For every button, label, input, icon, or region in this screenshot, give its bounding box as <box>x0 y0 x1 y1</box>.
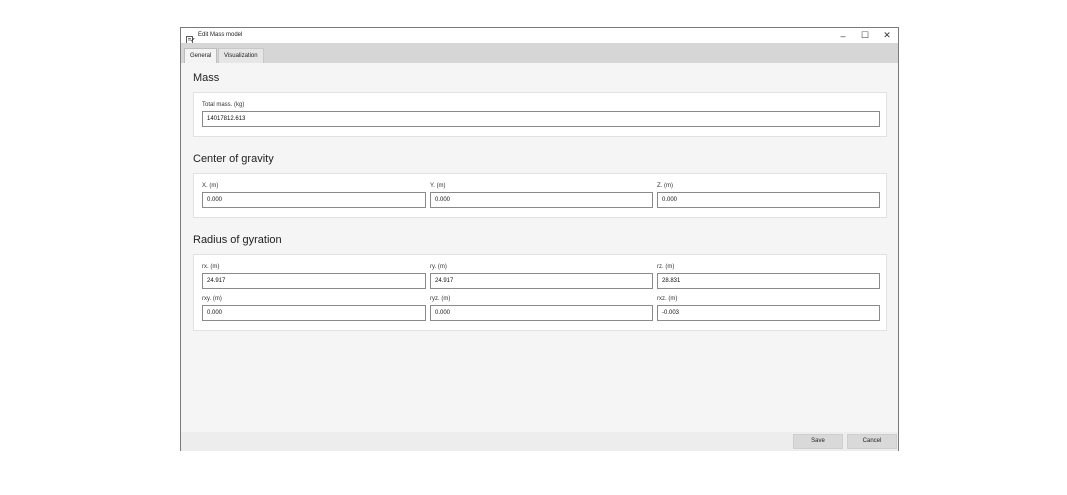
save-button[interactable]: Save <box>793 434 843 449</box>
dialog-footer: Save Cancel <box>181 432 898 451</box>
rz-input[interactable]: 28.831 <box>657 273 880 289</box>
maximize-button[interactable]: ☐ <box>854 28 876 43</box>
rxz-label: rxz. (m) <box>657 296 678 302</box>
mass-section-title: Mass <box>193 72 220 84</box>
edit-document-icon <box>186 31 195 44</box>
close-button[interactable]: ✕ <box>876 28 898 43</box>
rx-input[interactable]: 24.917 <box>202 273 426 289</box>
ryz-input[interactable]: 0.000 <box>430 305 653 321</box>
tab-general[interactable]: General <box>184 48 218 63</box>
cog-z-label: Z. (m) <box>657 183 673 189</box>
cog-z-input[interactable]: 0.000 <box>657 192 880 208</box>
total-mass-input[interactable]: 14017812.613 <box>202 111 880 127</box>
total-mass-label: Total mass. (kg) <box>202 102 245 108</box>
ry-input[interactable]: 24.917 <box>430 273 653 289</box>
minimize-icon: – <box>840 30 846 41</box>
tab-visualization[interactable]: Visualization <box>218 48 264 63</box>
cog-section-title: Center of gravity <box>193 153 274 165</box>
cog-x-input[interactable]: 0.000 <box>202 192 426 208</box>
rxy-label: rxy. (m) <box>202 296 222 302</box>
tab-bar: General Visualization <box>181 43 898 63</box>
cog-group: X. (m) 0.000 Y. (m) 0.000 Z. (m) 0.000 <box>193 173 887 218</box>
rxy-input[interactable]: 0.000 <box>202 305 426 321</box>
cancel-button[interactable]: Cancel <box>847 434 897 449</box>
mass-group: Total mass. (kg) 14017812.613 <box>193 92 887 137</box>
cog-y-input[interactable]: 0.000 <box>430 192 653 208</box>
general-tab-content: Mass Total mass. (kg) 14017812.613 Cente… <box>181 63 898 432</box>
close-icon: ✕ <box>883 30 891 40</box>
edit-mass-model-window: Edit Mass model – ☐ ✕ General Visualizat… <box>180 27 899 451</box>
ry-label: ry. (m) <box>430 264 447 270</box>
maximize-icon: ☐ <box>860 30 870 40</box>
rz-label: rz. (m) <box>657 264 675 270</box>
rx-label: rx. (m) <box>202 264 220 270</box>
ryz-label: ryz. (m) <box>430 296 451 302</box>
title-bar[interactable]: Edit Mass model – ☐ ✕ <box>181 28 898 44</box>
cog-x-label: X. (m) <box>202 183 219 189</box>
rxz-input[interactable]: -0.003 <box>657 305 880 321</box>
window-title: Edit Mass model <box>198 32 243 38</box>
cog-y-label: Y. (m) <box>430 183 446 189</box>
minimize-button[interactable]: – <box>832 28 854 43</box>
gyration-section-title: Radius of gyration <box>193 234 282 246</box>
gyration-group: rx. (m) 24.917 ry. (m) 24.917 rz. (m) 28… <box>193 254 887 331</box>
